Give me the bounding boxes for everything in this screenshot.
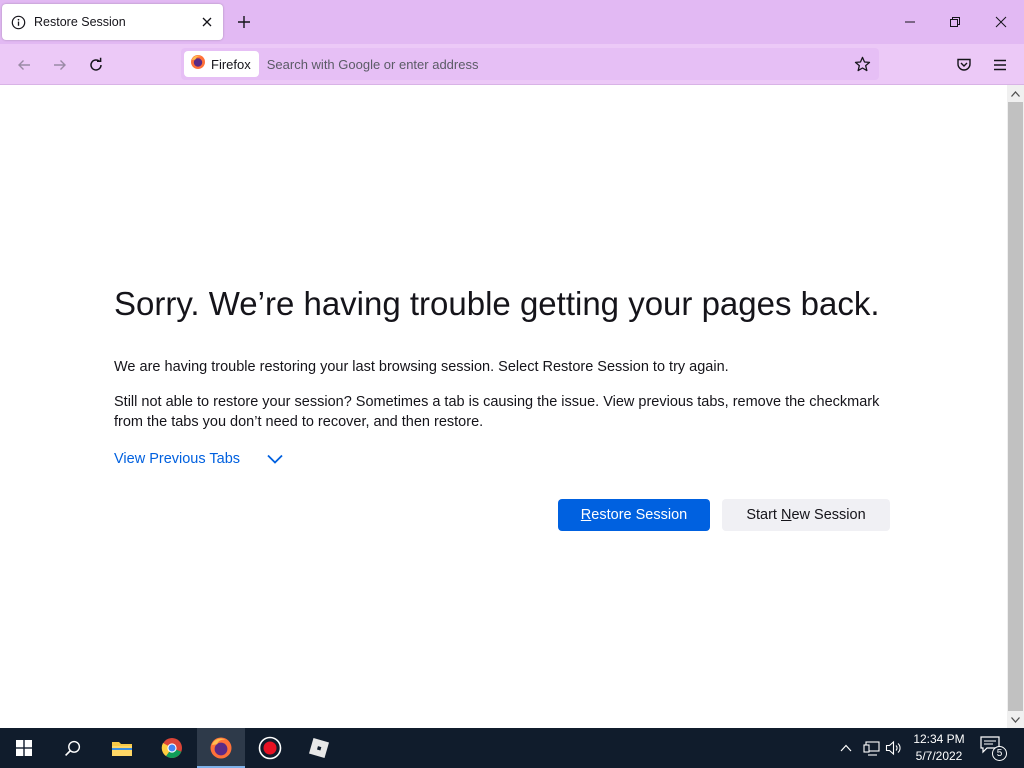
taskbar: 12:34 PM 5/7/2022 5 bbox=[0, 728, 1024, 768]
tab-title: Restore Session bbox=[34, 15, 126, 29]
plus-icon bbox=[238, 16, 250, 28]
page-content: Sorry. We’re having trouble getting your… bbox=[0, 85, 1007, 728]
description-text: We are having trouble restoring your las… bbox=[114, 359, 729, 375]
minimize-button[interactable] bbox=[895, 8, 925, 36]
info-icon bbox=[10, 14, 26, 30]
scroll-up-arrow[interactable] bbox=[1007, 85, 1024, 102]
pocket-icon bbox=[957, 58, 971, 71]
tab-strip: Restore Session bbox=[0, 0, 1024, 44]
chrome-button[interactable] bbox=[148, 728, 196, 768]
roblox-icon bbox=[309, 738, 329, 758]
new-tab-button[interactable] bbox=[232, 10, 256, 34]
address-input[interactable] bbox=[258, 48, 847, 80]
pocket-button[interactable] bbox=[951, 52, 977, 78]
chevron-up-icon[interactable] bbox=[836, 738, 856, 758]
vertical-scrollbar[interactable] bbox=[1007, 85, 1024, 728]
firefox-taskbar-button[interactable] bbox=[197, 728, 245, 768]
notification-center-button[interactable]: 5 bbox=[980, 736, 1007, 761]
page-title: Sorry. We’re having trouble getting your… bbox=[114, 285, 880, 322]
windows-logo-icon bbox=[16, 740, 32, 756]
record-button[interactable] bbox=[246, 728, 294, 768]
app-menu-button[interactable] bbox=[987, 52, 1013, 78]
url-bar[interactable]: Firefox bbox=[181, 48, 879, 80]
close-window-button[interactable] bbox=[986, 8, 1016, 36]
forward-arrow-icon bbox=[54, 60, 66, 70]
start-new-session-button[interactable]: Start New Session bbox=[722, 499, 890, 531]
start-new-session-label-start: Start bbox=[746, 507, 781, 523]
taskbar-search-button[interactable] bbox=[48, 728, 96, 768]
close-tab-icon[interactable] bbox=[195, 10, 219, 34]
navigation-toolbar: Firefox bbox=[0, 44, 1024, 85]
file-explorer-button[interactable] bbox=[98, 728, 146, 768]
roblox-button[interactable] bbox=[295, 728, 343, 768]
firefox-icon bbox=[210, 737, 232, 759]
file-explorer-icon bbox=[112, 742, 132, 756]
identity-label: Firefox bbox=[211, 56, 251, 72]
help-text: Still not able to restore your session? … bbox=[114, 394, 880, 430]
restore-window-button[interactable] bbox=[940, 8, 970, 36]
minimize-icon bbox=[905, 21, 915, 23]
scroll-down-arrow[interactable] bbox=[1007, 711, 1024, 728]
clock-time: 12:34 PM bbox=[913, 732, 965, 746]
restore-session-label-rest: estore Session bbox=[591, 507, 688, 523]
bookmark-star-icon[interactable] bbox=[847, 49, 877, 79]
tab-restore-session[interactable]: Restore Session bbox=[2, 4, 223, 40]
forward-button[interactable] bbox=[47, 52, 73, 78]
network-icon[interactable] bbox=[861, 738, 881, 758]
identity-box[interactable]: Firefox bbox=[184, 51, 259, 77]
view-previous-tabs-toggle[interactable]: View Previous Tabs bbox=[114, 450, 284, 468]
scrollbar-thumb[interactable] bbox=[1008, 102, 1023, 711]
close-icon bbox=[995, 16, 1007, 28]
start-button[interactable] bbox=[0, 728, 48, 768]
view-previous-tabs-label: View Previous Tabs bbox=[114, 451, 241, 467]
notification-count-badge: 5 bbox=[992, 746, 1007, 761]
record-icon bbox=[258, 736, 282, 760]
restore-session-button[interactable]: Restore Session bbox=[558, 499, 710, 531]
start-new-session-label-rest: ew Session bbox=[791, 507, 866, 523]
chevron-down-icon bbox=[266, 450, 284, 468]
restore-window-icon bbox=[950, 17, 960, 27]
reload-icon bbox=[90, 57, 102, 71]
back-arrow-icon bbox=[18, 60, 30, 70]
search-icon bbox=[64, 740, 80, 756]
volume-icon[interactable] bbox=[884, 738, 904, 758]
clock-date: 5/7/2022 bbox=[915, 749, 963, 763]
firefox-logo-icon bbox=[190, 54, 206, 75]
hamburger-menu-icon bbox=[994, 59, 1006, 71]
reload-button[interactable] bbox=[83, 52, 109, 78]
restore-session-accel: R bbox=[580, 507, 592, 523]
start-new-session-accel: N bbox=[781, 507, 792, 523]
chrome-icon bbox=[161, 738, 182, 759]
system-clock[interactable]: 12:34 PM 5/7/2022 bbox=[906, 731, 972, 765]
back-button[interactable] bbox=[11, 52, 37, 78]
